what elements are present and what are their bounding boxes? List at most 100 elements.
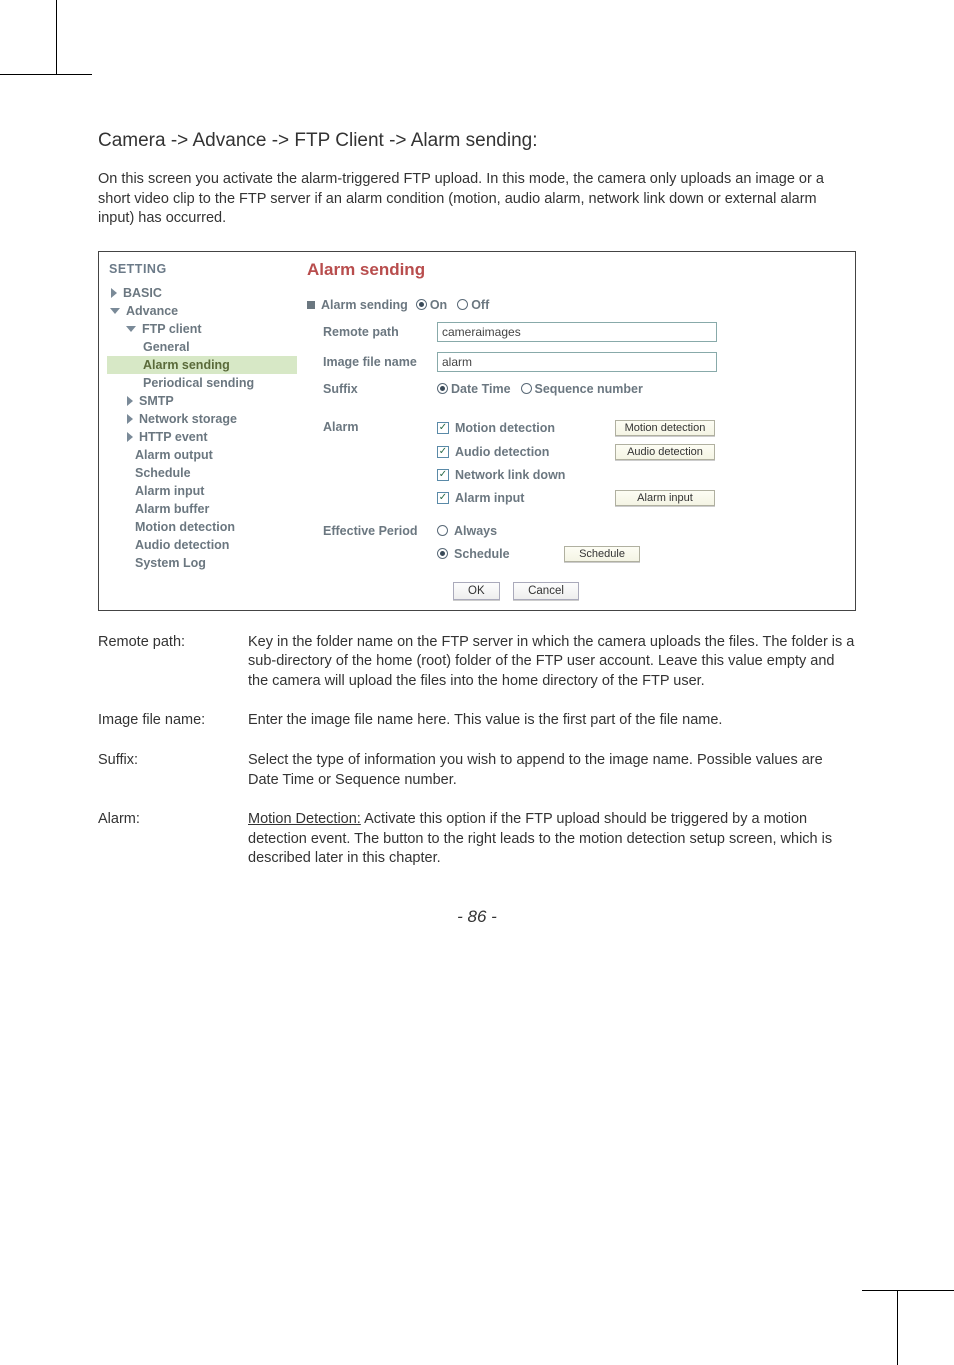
radio-on-label: On — [430, 298, 447, 312]
sidebar-item-network-storage[interactable]: Network storage — [107, 410, 297, 428]
opt-schedule: Schedule Schedule — [437, 546, 847, 562]
motion-detection-button[interactable]: Motion detection — [615, 420, 715, 436]
chevron-right-icon — [111, 288, 117, 298]
sidebar-item-smtp[interactable]: SMTP — [107, 392, 297, 410]
chevron-right-icon — [127, 432, 133, 442]
radio-suffix-date[interactable] — [437, 383, 448, 394]
def-alarm-underline: Motion Detection: — [248, 811, 361, 827]
square-bullet-icon — [307, 301, 315, 309]
radio-suffix-date-label: Date Time — [451, 382, 511, 396]
def-image-file-name: Image file name: Enter the image file na… — [98, 711, 856, 731]
def-term: Image file name: — [98, 711, 248, 731]
schedule-button[interactable]: Schedule — [564, 546, 640, 562]
row-image-file-name: Image file name — [307, 352, 847, 372]
sidebar-title: SETTING — [109, 262, 297, 276]
opt-always-label: Always — [454, 524, 614, 538]
chevron-right-icon — [127, 414, 133, 424]
sidebar-item-label: Advance — [126, 304, 178, 318]
sidebar-item-label: General — [143, 340, 190, 354]
checkbox-alarm-input[interactable] — [437, 492, 449, 504]
def-body: Select the type of information you wish … — [248, 751, 856, 790]
def-body: Key in the folder name on the FTP server… — [248, 633, 856, 692]
chevron-down-icon — [126, 326, 136, 332]
ok-button[interactable]: OK — [453, 582, 500, 600]
definitions: Remote path: Key in the folder name on t… — [98, 633, 856, 869]
alarm-input-button[interactable]: Alarm input — [615, 490, 715, 506]
opt-audio-detection-label: Audio detection — [455, 445, 615, 459]
radio-schedule[interactable] — [437, 548, 448, 559]
checkbox-audio-detection[interactable] — [437, 446, 449, 458]
def-remote-path: Remote path: Key in the folder name on t… — [98, 633, 856, 692]
opt-network-link-down: Network link down — [437, 468, 847, 482]
sidebar-item-system-log[interactable]: System Log — [107, 554, 297, 572]
row-effective-period: Effective Period Always Schedule Schedul… — [307, 524, 847, 570]
radio-suffix-seq[interactable] — [521, 383, 532, 394]
checkbox-network-link-down[interactable] — [437, 469, 449, 481]
opt-network-link-down-label: Network link down — [455, 468, 615, 482]
chevron-right-icon — [127, 396, 133, 406]
row-alarm: Alarm Motion detection Motion detection … — [307, 420, 847, 514]
opt-always: Always — [437, 524, 847, 538]
settings-panel: SETTING BASIC Advance FTP client General… — [98, 251, 856, 611]
audio-detection-button[interactable]: Audio detection — [615, 444, 715, 460]
def-term: Alarm: — [98, 810, 248, 869]
sidebar-item-alarm-output[interactable]: Alarm output — [107, 446, 297, 464]
sidebar-item-label: FTP client — [142, 322, 202, 336]
opt-alarm-input-label: Alarm input — [455, 491, 615, 505]
sidebar-item-http-event[interactable]: HTTP event — [107, 428, 297, 446]
cancel-button[interactable]: Cancel — [513, 582, 579, 600]
sidebar-item-audio-detection[interactable]: Audio detection — [107, 536, 297, 554]
radio-always[interactable] — [437, 525, 448, 536]
sidebar-item-label: Motion detection — [135, 520, 235, 534]
sidebar-item-label: Periodical sending — [143, 376, 254, 390]
sidebar-item-label: Network storage — [139, 412, 237, 426]
chevron-down-icon — [110, 308, 120, 314]
label-effective-period: Effective Period — [307, 524, 437, 538]
checkbox-motion-detection[interactable] — [437, 422, 449, 434]
main-pane: Alarm sending Alarm sending On Off Remot… — [297, 258, 847, 600]
sidebar-item-motion-detection[interactable]: Motion detection — [107, 518, 297, 536]
radio-on[interactable] — [416, 299, 427, 310]
sidebar-item-ftp-client[interactable]: FTP client — [107, 320, 297, 338]
radio-off[interactable] — [457, 299, 468, 310]
sidebar-item-label: Alarm input — [135, 484, 204, 498]
radio-off-label: Off — [471, 298, 489, 312]
opt-audio-detection: Audio detection Audio detection — [437, 444, 847, 460]
page-heading: Camera -> Advance -> FTP Client -> Alarm… — [98, 130, 856, 152]
radio-suffix-seq-label: Sequence number — [535, 382, 643, 396]
sidebar-item-alarm-buffer[interactable]: Alarm buffer — [107, 500, 297, 518]
row-alarm-sending: Alarm sending On Off — [307, 298, 847, 312]
opt-alarm-input: Alarm input Alarm input — [437, 490, 847, 506]
sidebar-item-label: Alarm output — [135, 448, 213, 462]
input-image-file-name[interactable] — [437, 352, 717, 372]
label-alarm: Alarm — [307, 420, 437, 434]
sidebar: SETTING BASIC Advance FTP client General… — [107, 258, 297, 600]
sidebar-item-label: Alarm buffer — [135, 502, 209, 516]
def-suffix: Suffix: Select the type of information y… — [98, 751, 856, 790]
pane-title: Alarm sending — [307, 260, 847, 280]
page-number: - 86 - — [98, 907, 856, 927]
sidebar-item-label: HTTP event — [139, 430, 208, 444]
opt-schedule-label: Schedule — [454, 547, 564, 561]
sidebar-item-label: BASIC — [123, 286, 162, 300]
label-image-file-name: Image file name — [307, 355, 437, 369]
sidebar-item-alarm-input[interactable]: Alarm input — [107, 482, 297, 500]
intro-text: On this screen you activate the alarm-tr… — [98, 170, 856, 229]
sidebar-item-schedule[interactable]: Schedule — [107, 464, 297, 482]
def-body: Enter the image file name here. This val… — [248, 711, 856, 731]
sidebar-item-alarm-sending[interactable]: Alarm sending — [107, 356, 297, 374]
sidebar-item-label: System Log — [135, 556, 206, 570]
def-term: Remote path: — [98, 633, 248, 692]
sidebar-item-periodical-sending[interactable]: Periodical sending — [107, 374, 297, 392]
row-remote-path: Remote path — [307, 322, 847, 342]
sidebar-item-advance[interactable]: Advance — [107, 302, 297, 320]
input-remote-path[interactable] — [437, 322, 717, 342]
buttons-row: OK Cancel — [453, 582, 847, 600]
row-suffix: Suffix Date Time Sequence number — [307, 382, 847, 396]
label-alarm-sending: Alarm sending — [321, 298, 408, 312]
sidebar-item-label: Schedule — [135, 466, 191, 480]
sidebar-item-label: Alarm sending — [143, 358, 230, 372]
sidebar-item-general[interactable]: General — [107, 338, 297, 356]
sidebar-item-label: SMTP — [139, 394, 174, 408]
sidebar-item-basic[interactable]: BASIC — [107, 284, 297, 302]
